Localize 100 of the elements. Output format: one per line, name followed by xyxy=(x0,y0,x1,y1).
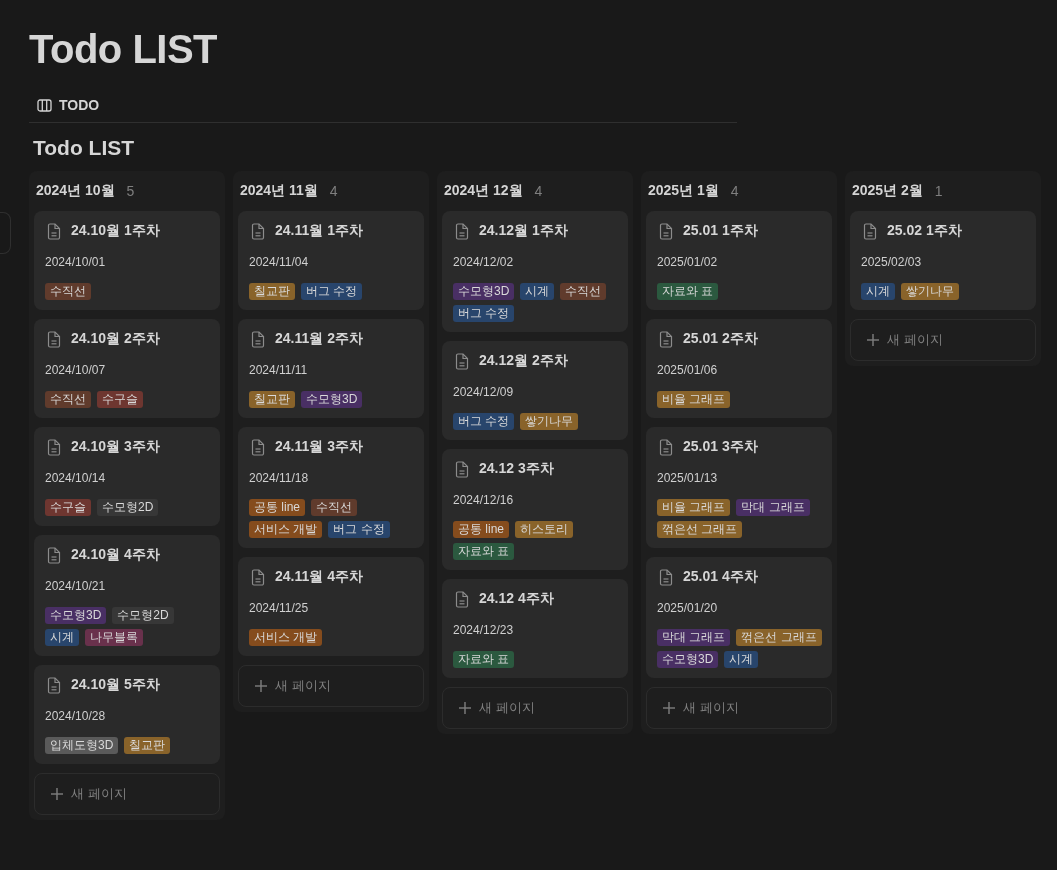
card-title: 25.01 3주차 xyxy=(683,438,758,456)
tag: 시계 xyxy=(45,629,79,646)
document-icon xyxy=(455,590,469,608)
task-card[interactable]: 25.01 2주차 2025/01/06 비율 그래프 xyxy=(646,319,832,418)
card-date: 2025/01/02 xyxy=(657,255,719,269)
document-icon xyxy=(251,222,265,240)
task-card[interactable]: 24.10월 4주차 2024/10/21 수모형3D 수모형2D 시계 나무블록 xyxy=(34,535,220,656)
tag: 공통 line xyxy=(249,499,305,516)
column-title: 2025년 2월 xyxy=(852,182,923,200)
card-title: 25.01 2주차 xyxy=(683,330,758,348)
tag: 수직선 xyxy=(45,391,91,408)
plus-icon xyxy=(255,680,267,692)
new-page-button[interactable]: 새 페이지 xyxy=(238,665,424,707)
card-title: 24.12 4주차 xyxy=(479,590,554,608)
document-icon xyxy=(659,330,673,348)
tag: 서비스 개발 xyxy=(249,521,323,538)
card-title: 24.10월 3주차 xyxy=(71,438,160,456)
tag: 히스토리 xyxy=(515,521,573,538)
tag: 시계 xyxy=(861,283,895,300)
tag: 버그 수정 xyxy=(453,305,515,322)
column-count: 4 xyxy=(534,183,543,199)
new-page-button[interactable]: 새 페이지 xyxy=(442,687,628,729)
task-card[interactable]: 24.10월 2주차 2024/10/07 수직선 수구슬 xyxy=(34,319,220,418)
document-icon xyxy=(47,438,61,456)
card-title: 24.11월 2주차 xyxy=(275,330,363,348)
task-card[interactable]: 25.01 4주차 2025/01/20 막대 그래프 꺾은선 그래프 수모형3D 시계 xyxy=(646,557,832,678)
card-date: 2024/11/18 xyxy=(249,471,310,485)
card-date: 2024/12/09 xyxy=(453,385,515,399)
tag: 버그 수정 xyxy=(453,413,515,430)
tag: 버그 수정 xyxy=(328,521,390,538)
tag: 나무블록 xyxy=(85,629,143,646)
column-title: 2025년 1월 xyxy=(648,182,719,200)
board-view-icon xyxy=(37,98,52,112)
tag: 수모형3D xyxy=(45,607,107,624)
card-title: 25.02 1주차 xyxy=(887,222,962,240)
task-card[interactable]: 24.12 3주차 2024/12/16 공통 line 히스토리 자료와 표 xyxy=(442,449,628,570)
document-icon xyxy=(47,546,61,564)
task-card[interactable]: 24.11월 2주차 2024/11/11 칠교판 수모형3D xyxy=(238,319,424,418)
document-icon xyxy=(659,438,673,456)
card-title: 25.01 1주차 xyxy=(683,222,758,240)
tag: 공통 line xyxy=(453,521,509,538)
document-icon xyxy=(659,568,673,586)
tag: 꺾은선 그래프 xyxy=(736,629,822,646)
tag: 수모형2D xyxy=(112,607,174,624)
card-title: 24.10월 1주차 xyxy=(71,222,160,240)
tag: 비율 그래프 xyxy=(657,499,731,516)
card-date: 2024/12/16 xyxy=(453,493,515,507)
tag: 비율 그래프 xyxy=(657,391,731,408)
new-page-button[interactable]: 새 페이지 xyxy=(646,687,832,729)
new-page-button[interactable]: 새 페이지 xyxy=(34,773,220,815)
card-title: 24.12월 1주차 xyxy=(479,222,568,240)
tag: 자료와 표 xyxy=(657,283,719,300)
card-date: 2024/11/25 xyxy=(249,601,310,615)
task-card[interactable]: 25.02 1주차 2025/02/03 시계 쌓기나무 xyxy=(850,211,1036,310)
plus-icon xyxy=(663,702,675,714)
task-card[interactable]: 24.10월 3주차 2024/10/14 수구슬 수모형2D xyxy=(34,427,220,526)
column-title: 2024년 11월 xyxy=(240,182,318,200)
task-card[interactable]: 24.12월 1주차 2024/12/02 수모형3D 시계 수직선 버그 수정 xyxy=(442,211,628,332)
card-title: 24.10월 4주차 xyxy=(71,546,160,564)
task-card[interactable]: 24.12월 2주차 2024/12/09 버그 수정 쌓기나무 xyxy=(442,341,628,440)
card-title: 24.10월 2주차 xyxy=(71,330,160,348)
card-title: 25.01 4주차 xyxy=(683,568,758,586)
task-card[interactable]: 25.01 3주차 2025/01/13 비율 그래프 막대 그래프 꺾은선 그래프 xyxy=(646,427,832,548)
card-title: 24.11월 3주차 xyxy=(275,438,363,456)
card-title: 24.10월 5주차 xyxy=(71,676,160,694)
tag: 쌓기나무 xyxy=(901,283,959,300)
document-icon xyxy=(251,568,265,586)
tag: 수모형2D xyxy=(97,499,159,516)
task-card[interactable]: 24.12 4주차 2024/12/23 자료와 표 xyxy=(442,579,628,678)
board-view-tab[interactable]: TODO xyxy=(29,94,108,116)
card-title: 24.11월 1주차 xyxy=(275,222,363,240)
tag: 칠교판 xyxy=(249,283,295,300)
task-card[interactable]: 24.11월 4주차 2024/11/25 서비스 개발 xyxy=(238,557,424,656)
card-date: 2024/10/01 xyxy=(45,255,107,269)
new-page-button[interactable]: 새 페이지 xyxy=(850,319,1036,361)
tag: 자료와 표 xyxy=(453,543,515,560)
plus-icon xyxy=(51,788,63,800)
tag: 수직선 xyxy=(45,283,91,300)
document-icon xyxy=(659,222,673,240)
task-card[interactable]: 25.01 1주차 2025/01/02 자료와 표 xyxy=(646,211,832,310)
card-date: 2024/10/07 xyxy=(45,363,107,377)
card-date: 2025/01/20 xyxy=(657,601,719,615)
task-card[interactable]: 24.11월 1주차 2024/11/04 칠교판 버그 수정 xyxy=(238,211,424,310)
column-count: 1 xyxy=(934,183,943,199)
task-card[interactable]: 24.10월 5주차 2024/10/28 입체도형3D 칠교판 xyxy=(34,665,220,764)
document-icon xyxy=(251,438,265,456)
tag: 수구슬 xyxy=(45,499,91,516)
tag: 수직선 xyxy=(560,283,607,300)
document-icon xyxy=(251,330,265,348)
card-date: 2024/12/23 xyxy=(453,623,515,637)
task-card[interactable]: 24.11월 3주차 2024/11/18 공통 line 수직선 서비스 개발 버그 수정 xyxy=(238,427,424,548)
card-date: 2025/01/13 xyxy=(657,471,719,485)
card-date: 2024/11/11 xyxy=(249,363,309,377)
tag: 꺾은선 그래프 xyxy=(657,521,743,538)
task-card[interactable]: 24.10월 1주차 2024/10/01 수직선 xyxy=(34,211,220,310)
column-count: 5 xyxy=(126,183,135,199)
tag: 시계 xyxy=(520,283,555,300)
card-title: 24.11월 4주차 xyxy=(275,568,363,586)
card-date: 2024/10/21 xyxy=(45,579,107,593)
tag: 서비스 개발 xyxy=(249,629,323,646)
